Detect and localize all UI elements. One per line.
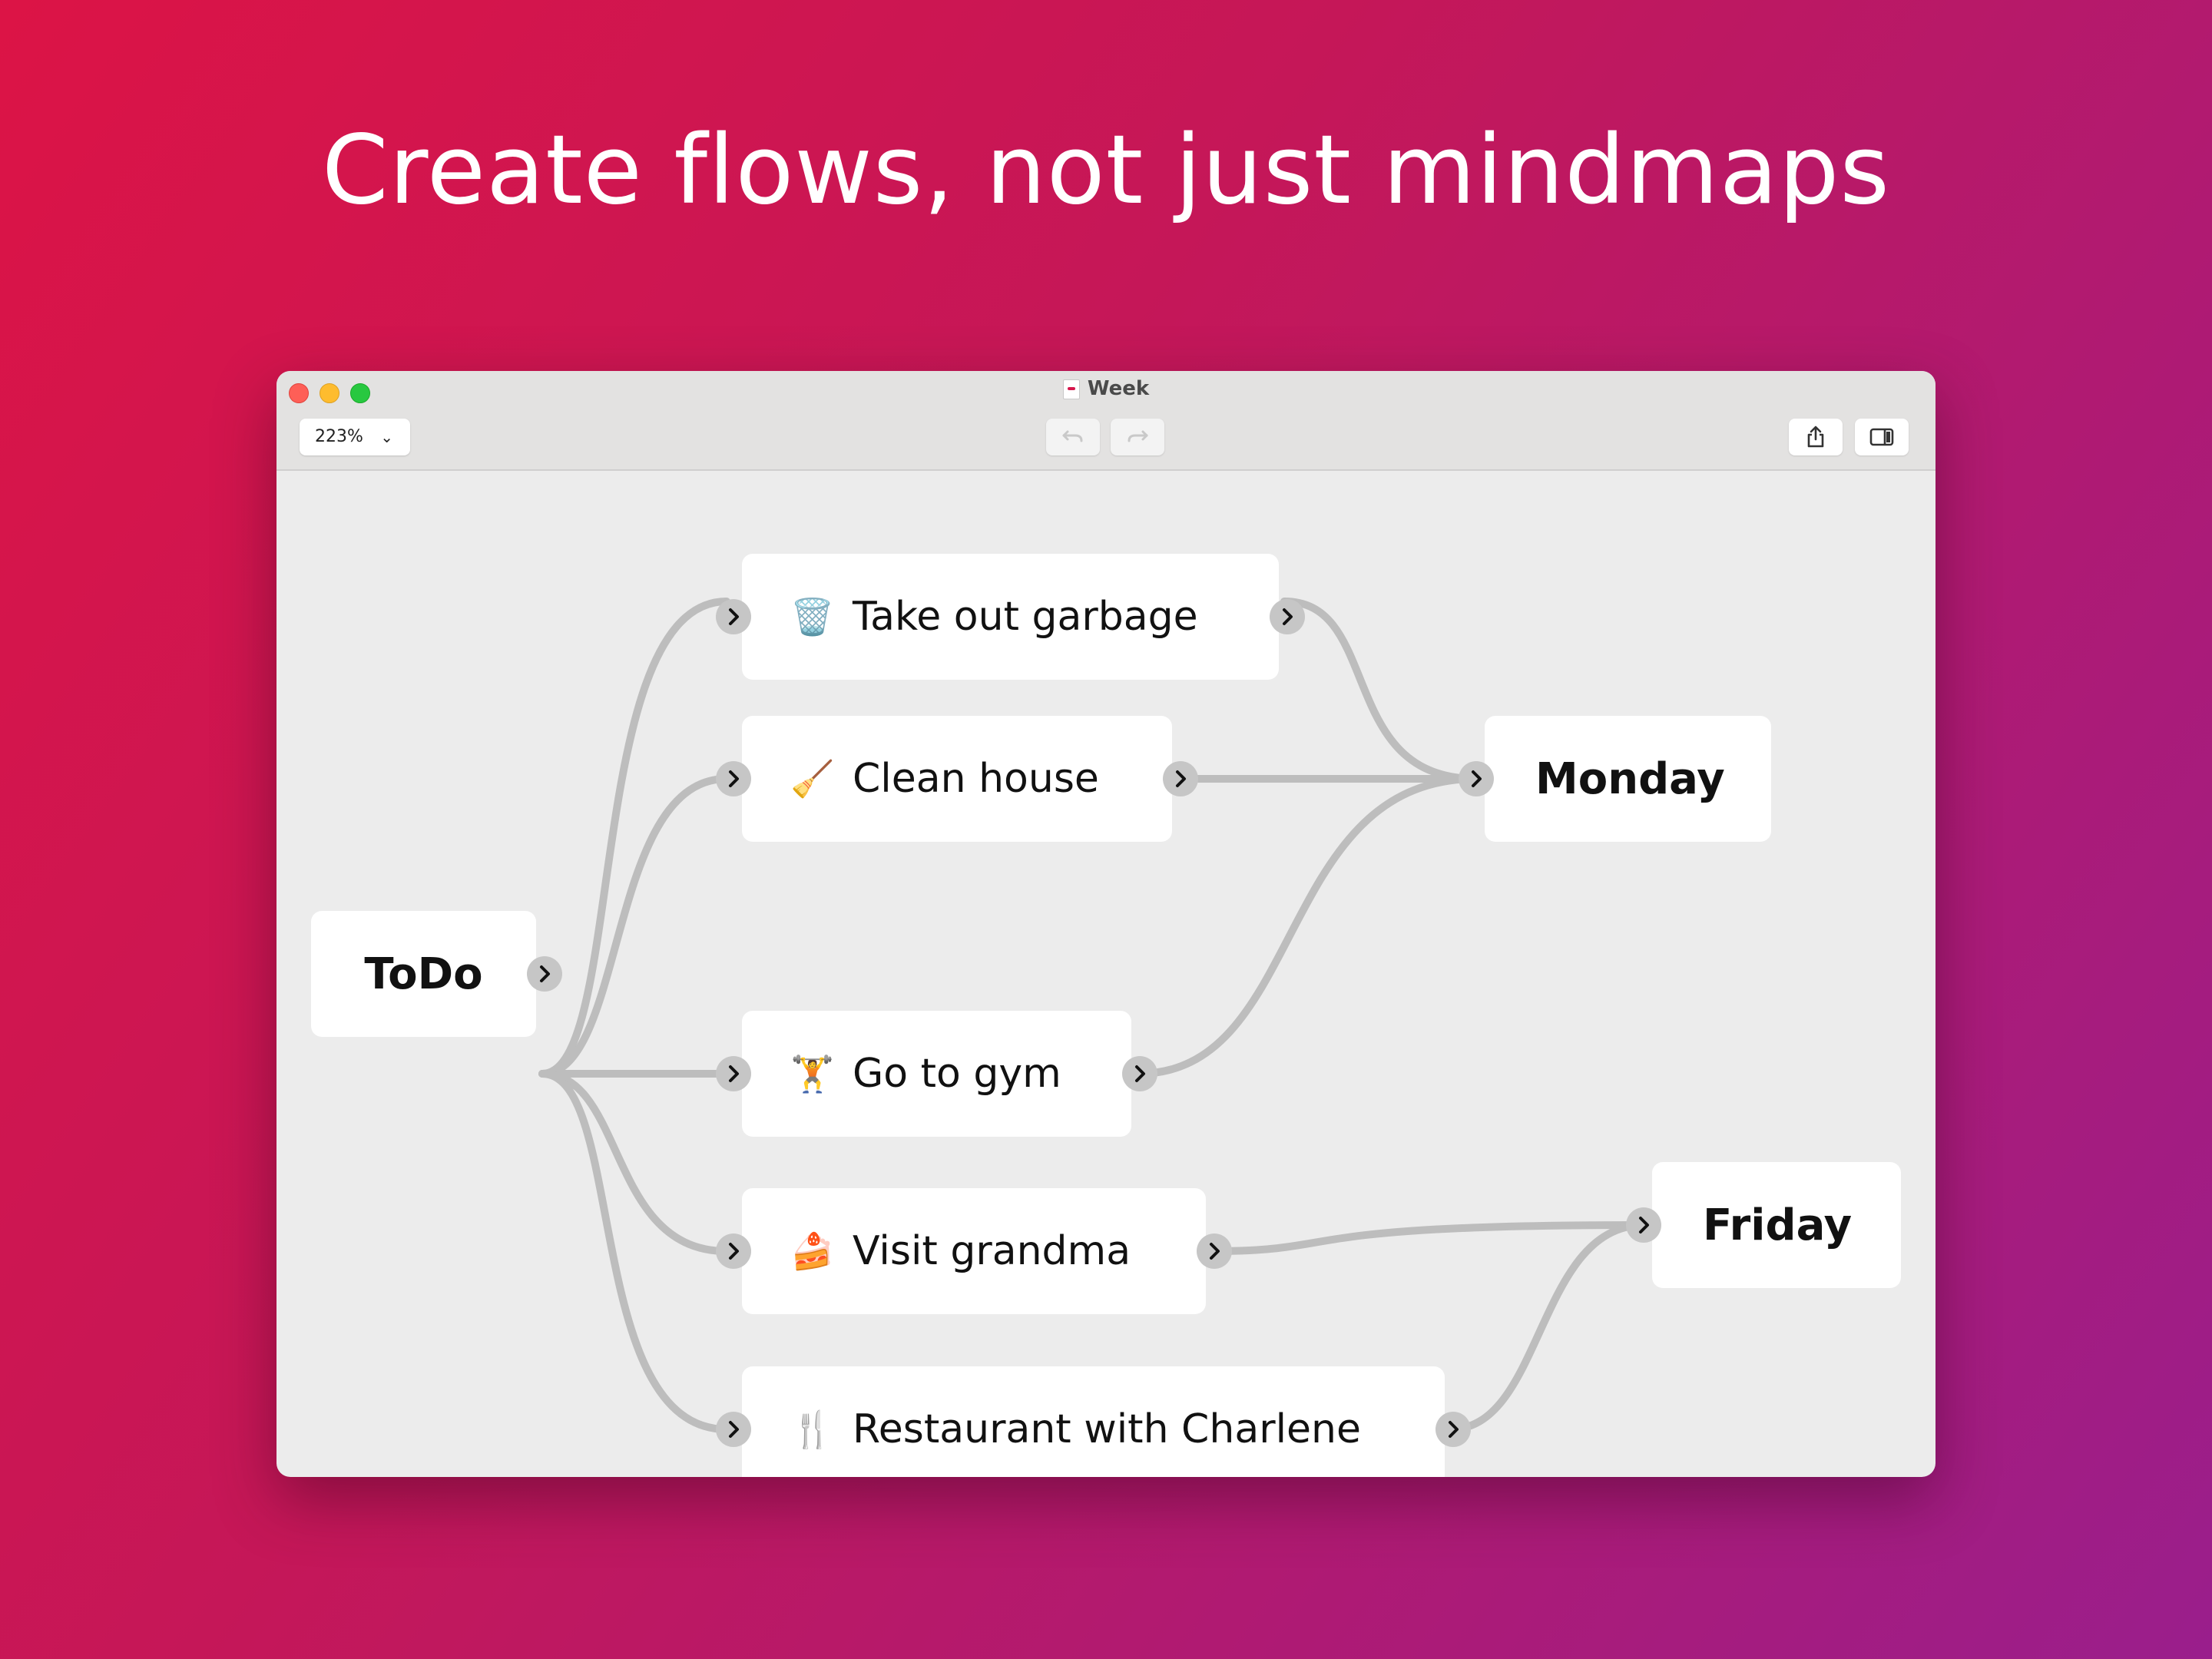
restaurant-input-port[interactable] [716, 1412, 751, 1447]
node-clean-house[interactable]: 🧹 Clean house [742, 716, 1172, 842]
fork-and-knife-icon: 🍴 [790, 1408, 835, 1450]
link-todo-restaurant [538, 1070, 730, 1433]
link-todo-grandma [538, 1070, 730, 1255]
chevron-right-icon [729, 1421, 739, 1438]
node-visit-grandma[interactable]: 🍰 Visit grandma [742, 1188, 1206, 1314]
weightlifter-icon: 🏋️ [790, 1052, 835, 1094]
chevron-right-icon [1210, 1243, 1220, 1260]
node-monday[interactable]: Monday [1485, 716, 1771, 842]
chevron-right-icon [729, 1243, 739, 1260]
chevron-right-icon [729, 608, 739, 625]
todo-output-port[interactable] [527, 956, 562, 992]
headline: Create flows, not just mindmaps [321, 115, 1891, 226]
node-go-to-gym[interactable]: 🏋️ Go to gym [742, 1011, 1131, 1137]
undo-arrow-icon [1062, 430, 1083, 442]
cake-icon: 🍰 [790, 1230, 835, 1272]
app-window: Week 223% ⌄ ToDo 🗑️ Take out garbage 🧹 C… [276, 371, 1936, 1477]
clean-input-port[interactable] [716, 761, 751, 796]
wastebasket-icon: 🗑️ [790, 595, 835, 637]
link-gym-monday [1134, 775, 1480, 1078]
link-todo-garbage [538, 598, 730, 1078]
monday-input-port[interactable] [1459, 761, 1494, 796]
chevron-right-icon [540, 965, 550, 982]
restaurant-output-port[interactable] [1435, 1412, 1471, 1447]
gym-output-port[interactable] [1122, 1056, 1157, 1091]
zoom-value: 223% [315, 427, 363, 446]
node-clean-label: Clean house [853, 756, 1099, 802]
window-title: Week [276, 377, 1936, 400]
titlebar: Week 223% ⌄ [276, 371, 1936, 471]
node-grandma-label: Visit grandma [853, 1228, 1131, 1274]
grandma-output-port[interactable] [1197, 1233, 1232, 1269]
link-grandma-friday [1207, 1221, 1648, 1255]
node-garbage-label: Take out garbage [853, 594, 1198, 640]
zoom-dropdown[interactable]: 223% ⌄ [300, 419, 410, 455]
chevron-right-icon [1472, 770, 1482, 787]
chevron-right-icon [1639, 1217, 1649, 1233]
window-title-text: Week [1087, 377, 1150, 400]
broom-icon: 🧹 [790, 757, 835, 800]
node-restaurant-label: Restaurant with Charlene [853, 1406, 1361, 1452]
undo-button[interactable] [1046, 419, 1100, 455]
chevron-right-icon [1135, 1065, 1145, 1082]
chevron-right-icon [729, 1065, 739, 1082]
node-restaurant-with-charlene[interactable]: 🍴 Restaurant with Charlene [742, 1366, 1445, 1477]
redo-button[interactable] [1111, 419, 1164, 455]
node-friday[interactable]: Friday [1652, 1162, 1901, 1288]
redo-arrow-icon [1128, 430, 1148, 442]
chevron-down-icon: ⌄ [380, 428, 393, 446]
flow-canvas[interactable]: ToDo 🗑️ Take out garbage 🧹 Clean house 🏋… [276, 471, 1936, 1477]
link-restaurant-friday [1446, 1221, 1648, 1433]
share-button[interactable] [1789, 419, 1843, 455]
node-gym-label: Go to gym [853, 1051, 1061, 1097]
chevron-right-icon [1283, 608, 1293, 625]
garbage-output-port[interactable] [1270, 599, 1305, 634]
chevron-right-icon [729, 770, 739, 787]
node-friday-label: Friday [1703, 1200, 1853, 1250]
chevron-right-icon [1176, 770, 1186, 787]
gym-input-port[interactable] [716, 1056, 751, 1091]
garbage-input-port[interactable] [716, 599, 751, 634]
sidebar-toggle-icon [1869, 428, 1894, 446]
document-icon [1062, 379, 1080, 399]
sidebar-toggle-button[interactable] [1855, 419, 1909, 455]
node-take-out-garbage[interactable]: 🗑️ Take out garbage [742, 554, 1279, 680]
clean-output-port[interactable] [1163, 761, 1198, 796]
link-garbage-monday [1280, 598, 1480, 783]
grandma-input-port[interactable] [716, 1233, 751, 1269]
node-monday-label: Monday [1535, 753, 1725, 804]
node-todo-label: ToDo [364, 949, 483, 999]
chevron-right-icon [1449, 1421, 1459, 1438]
node-todo[interactable]: ToDo [311, 911, 536, 1037]
friday-input-port[interactable] [1626, 1207, 1661, 1243]
link-todo-clean [538, 775, 730, 1078]
share-icon [1807, 426, 1824, 448]
